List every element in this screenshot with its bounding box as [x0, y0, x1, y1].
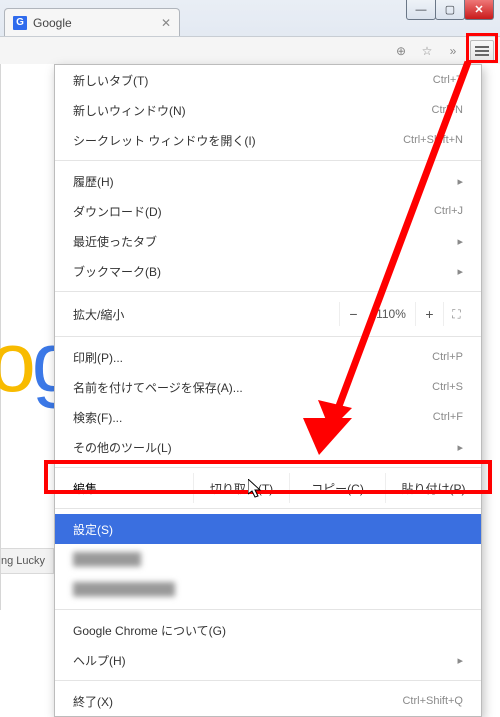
- zoom-value: 110%: [367, 307, 415, 321]
- menu-item-downloads[interactable]: ダウンロード(D)Ctrl+J: [55, 196, 481, 226]
- submenu-arrow-icon: ▸: [457, 175, 463, 188]
- menu-item-hidden[interactable]: ████████████: [55, 574, 481, 604]
- menu-separator: [55, 160, 481, 161]
- menu-item-help[interactable]: ヘルプ(H)▸: [55, 645, 481, 675]
- menu-item-hidden[interactable]: ████████: [55, 544, 481, 574]
- lucky-button-fragment[interactable]: ng Lucky: [1, 548, 54, 574]
- menu-item-settings[interactable]: 設定(S): [55, 514, 481, 544]
- tab-favicon: G: [13, 16, 27, 30]
- browser-tab[interactable]: G Google ✕: [4, 8, 180, 36]
- menu-item-save-as[interactable]: 名前を付けてページを保存(A)...Ctrl+S: [55, 372, 481, 402]
- submenu-arrow-icon: ▸: [457, 265, 463, 278]
- minimize-button[interactable]: —: [406, 0, 436, 20]
- menu-separator: [55, 291, 481, 292]
- submenu-arrow-icon: ▸: [457, 235, 463, 248]
- edit-copy[interactable]: コピー(C): [289, 473, 385, 503]
- submenu-arrow-icon: ▸: [457, 441, 463, 454]
- menu-item-bookmarks[interactable]: ブックマーク(B)▸: [55, 256, 481, 286]
- main-menu: 新しいタブ(T)Ctrl+T 新しいウィンドウ(N)Ctrl+N シークレット …: [54, 64, 482, 717]
- zoom-label: 拡大/縮小: [73, 306, 339, 323]
- window-controls: — ▢ ✕: [407, 0, 494, 20]
- toolbar: ⊕ ☆ »: [0, 36, 500, 64]
- hamburger-bar-icon: [475, 54, 489, 56]
- overflow-chevron-icon[interactable]: »: [444, 42, 462, 60]
- menu-edit-row: 編集 切り取り(T) コピー(C) 貼り付け(P): [55, 473, 481, 503]
- edit-cut[interactable]: 切り取り(T): [193, 473, 289, 503]
- zoom-in-button[interactable]: +: [415, 302, 443, 326]
- menu-item-new-tab[interactable]: 新しいタブ(T)Ctrl+T: [55, 65, 481, 95]
- zoom-out-button[interactable]: −: [339, 302, 367, 326]
- menu-separator: [55, 467, 481, 468]
- bookmark-star-icon[interactable]: ☆: [418, 42, 436, 60]
- menu-separator: [55, 336, 481, 337]
- tab-title: Google: [33, 16, 72, 30]
- zoom-indicator-icon[interactable]: ⊕: [392, 42, 410, 60]
- menu-item-find[interactable]: 検索(F)...Ctrl+F: [55, 402, 481, 432]
- maximize-button[interactable]: ▢: [435, 0, 465, 20]
- fullscreen-icon[interactable]: ⛶: [443, 302, 469, 326]
- close-button[interactable]: ✕: [464, 0, 494, 20]
- tab-close-icon[interactable]: ✕: [161, 16, 171, 30]
- menu-separator: [55, 508, 481, 509]
- edit-label: 編集: [73, 473, 193, 503]
- menu-separator: [55, 680, 481, 681]
- hamburger-bar-icon: [475, 46, 489, 48]
- submenu-arrow-icon: ▸: [457, 654, 463, 667]
- menu-item-recent-tabs[interactable]: 最近使ったタブ▸: [55, 226, 481, 256]
- main-menu-button[interactable]: [470, 40, 494, 62]
- menu-item-about[interactable]: Google Chrome について(G): [55, 615, 481, 645]
- menu-item-history[interactable]: 履歴(H)▸: [55, 166, 481, 196]
- menu-item-incognito[interactable]: シークレット ウィンドウを開く(I)Ctrl+Shift+N: [55, 125, 481, 155]
- menu-item-exit[interactable]: 終了(X)Ctrl+Shift+Q: [55, 686, 481, 716]
- menu-zoom-row: 拡大/縮小 − 110% + ⛶: [55, 297, 481, 331]
- menu-item-new-window[interactable]: 新しいウィンドウ(N)Ctrl+N: [55, 95, 481, 125]
- hamburger-bar-icon: [475, 50, 489, 52]
- edit-paste[interactable]: 貼り付け(P): [385, 473, 481, 503]
- menu-item-more-tools[interactable]: その他のツール(L)▸: [55, 432, 481, 462]
- menu-item-print[interactable]: 印刷(P)...Ctrl+P: [55, 342, 481, 372]
